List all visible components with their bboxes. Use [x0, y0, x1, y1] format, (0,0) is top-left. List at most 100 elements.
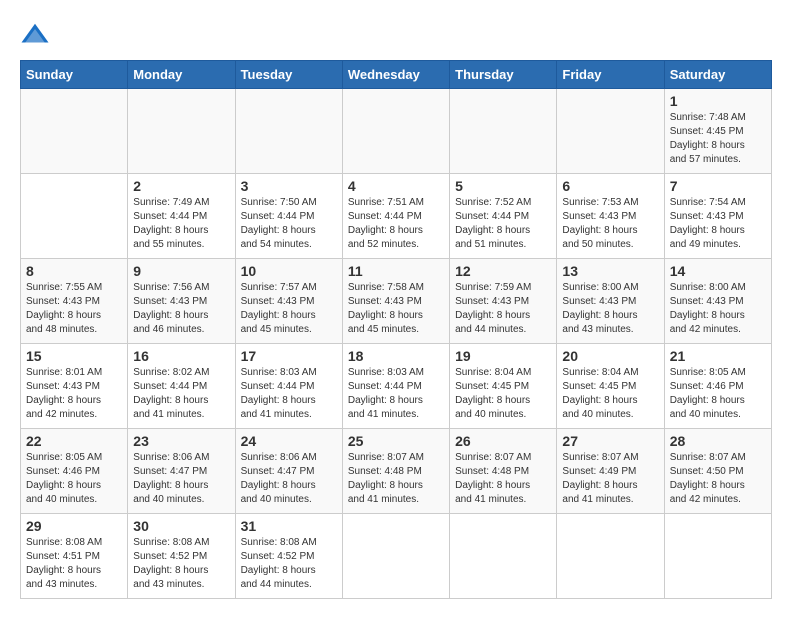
day-number: 25	[348, 433, 444, 449]
header-cell-tuesday: Tuesday	[235, 61, 342, 89]
day-number: 15	[26, 348, 122, 364]
day-info: Sunrise: 8:07 AMSunset: 4:48 PMDaylight:…	[455, 451, 551, 507]
calendar-cell: 12 Sunrise: 7:59 AMSunset: 4:43 PMDayligh…	[450, 259, 557, 344]
calendar-cell: 14 Sunrise: 8:00 AMSunset: 4:43 PMDayligh…	[664, 259, 771, 344]
calendar-cell: 9 Sunrise: 7:56 AMSunset: 4:43 PMDaylight…	[128, 259, 235, 344]
day-number: 16	[133, 348, 229, 364]
day-number: 30	[133, 518, 229, 534]
day-info: Sunrise: 7:50 AMSunset: 4:44 PMDaylight:…	[241, 196, 337, 252]
calendar-cell: 26Sunrise: 8:07 AMSunset: 4:48 PMDayligh…	[450, 429, 557, 514]
day-number: 31	[241, 518, 337, 534]
day-info: Sunrise: 8:08 AMSunset: 4:52 PMDaylight:…	[241, 536, 337, 592]
calendar-cell: 20 Sunrise: 8:04 AMSunset: 4:45 PMDayligh…	[557, 344, 664, 429]
day-number: 8	[26, 263, 122, 279]
day-info: Sunrise: 8:04 AMSunset: 4:45 PMDaylight:…	[455, 366, 551, 422]
day-info: Sunrise: 7:52 AMSunset: 4:44 PMDaylight:…	[455, 196, 551, 252]
day-number: 23	[133, 433, 229, 449]
day-info: Sunrise: 8:03 AMSunset: 4:44 PMDaylight:…	[241, 366, 337, 422]
day-number: 12	[455, 263, 551, 279]
day-number: 6	[562, 178, 658, 194]
header-cell-saturday: Saturday	[664, 61, 771, 89]
day-number: 9	[133, 263, 229, 279]
calendar-cell: 31 Sunrise: 8:08 AMSunset: 4:52 PMDayligh…	[235, 514, 342, 599]
day-number: 14	[670, 263, 766, 279]
calendar-row: 29 Sunrise: 8:08 AMSunset: 4:51 PMDayligh…	[21, 514, 772, 599]
calendar-cell: 5 Sunrise: 7:52 AMSunset: 4:44 PMDaylight…	[450, 174, 557, 259]
day-info: Sunrise: 8:05 AMSunset: 4:46 PMDaylight:…	[670, 366, 766, 422]
calendar-cell	[557, 514, 664, 599]
calendar-body: 1Sunrise: 7:48 AMSunset: 4:45 PMDaylight…	[21, 89, 772, 599]
calendar-row: 1Sunrise: 7:48 AMSunset: 4:45 PMDaylight…	[21, 89, 772, 174]
day-number: 1	[670, 93, 766, 109]
calendar-cell: 18 Sunrise: 8:03 AMSunset: 4:44 PMDayligh…	[342, 344, 449, 429]
day-info: Sunrise: 7:49 AMSunset: 4:44 PMDaylight:…	[133, 196, 229, 252]
calendar-cell	[450, 89, 557, 174]
day-number: 27	[562, 433, 658, 449]
day-number: 4	[348, 178, 444, 194]
calendar-row: 2 Sunrise: 7:49 AMSunset: 4:44 PMDaylight…	[21, 174, 772, 259]
logo	[20, 20, 54, 50]
day-info: Sunrise: 7:58 AMSunset: 4:43 PMDaylight:…	[348, 281, 444, 337]
calendar-cell: 2 Sunrise: 7:49 AMSunset: 4:44 PMDaylight…	[128, 174, 235, 259]
calendar-cell: 25 Sunrise: 8:07 AMSunset: 4:48 PMDayligh…	[342, 429, 449, 514]
calendar-row: 22 Sunrise: 8:05 AMSunset: 4:46 PMDayligh…	[21, 429, 772, 514]
day-info: Sunrise: 8:05 AMSunset: 4:46 PMDaylight:…	[26, 451, 122, 507]
header-cell-wednesday: Wednesday	[342, 61, 449, 89]
day-number: 11	[348, 263, 444, 279]
calendar-table: SundayMondayTuesdayWednesdayThursdayFrid…	[20, 60, 772, 599]
calendar-cell	[664, 514, 771, 599]
day-number: 2	[133, 178, 229, 194]
day-number: 29	[26, 518, 122, 534]
calendar-cell	[235, 89, 342, 174]
calendar-cell: 6 Sunrise: 7:53 AMSunset: 4:43 PMDaylight…	[557, 174, 664, 259]
calendar-cell: 3Sunrise: 7:50 AMSunset: 4:44 PMDaylight…	[235, 174, 342, 259]
calendar-cell: 17Sunrise: 8:03 AMSunset: 4:44 PMDayligh…	[235, 344, 342, 429]
calendar-cell	[557, 89, 664, 174]
day-info: Sunrise: 8:03 AMSunset: 4:44 PMDaylight:…	[348, 366, 444, 422]
calendar-cell: 28 Sunrise: 8:07 AMSunset: 4:50 PMDayligh…	[664, 429, 771, 514]
logo-icon	[20, 20, 50, 50]
calendar-cell	[342, 89, 449, 174]
calendar-cell-empty	[21, 174, 128, 259]
day-number: 22	[26, 433, 122, 449]
calendar-cell: 30Sunrise: 8:08 AMSunset: 4:52 PMDayligh…	[128, 514, 235, 599]
calendar-cell: 29 Sunrise: 8:08 AMSunset: 4:51 PMDayligh…	[21, 514, 128, 599]
day-info: Sunrise: 8:02 AMSunset: 4:44 PMDaylight:…	[133, 366, 229, 422]
calendar-cell	[128, 89, 235, 174]
day-number: 28	[670, 433, 766, 449]
calendar-cell: 16 Sunrise: 8:02 AMSunset: 4:44 PMDayligh…	[128, 344, 235, 429]
day-info: Sunrise: 8:00 AMSunset: 4:43 PMDaylight:…	[562, 281, 658, 337]
calendar-row: 15 Sunrise: 8:01 AMSunset: 4:43 PMDayligh…	[21, 344, 772, 429]
calendar-cell: 4 Sunrise: 7:51 AMSunset: 4:44 PMDaylight…	[342, 174, 449, 259]
day-info: Sunrise: 8:08 AMSunset: 4:51 PMDaylight:…	[26, 536, 122, 592]
header-row: SundayMondayTuesdayWednesdayThursdayFrid…	[21, 61, 772, 89]
day-number: 18	[348, 348, 444, 364]
day-info: Sunrise: 8:07 AMSunset: 4:48 PMDaylight:…	[348, 451, 444, 507]
calendar-cell: 10 Sunrise: 7:57 AMSunset: 4:43 PMDayligh…	[235, 259, 342, 344]
day-info: Sunrise: 7:51 AMSunset: 4:44 PMDaylight:…	[348, 196, 444, 252]
calendar-cell	[342, 514, 449, 599]
day-info: Sunrise: 8:07 AMSunset: 4:50 PMDaylight:…	[670, 451, 766, 507]
day-info: Sunrise: 8:01 AMSunset: 4:43 PMDaylight:…	[26, 366, 122, 422]
day-number: 10	[241, 263, 337, 279]
calendar-cell: 21Sunrise: 8:05 AMSunset: 4:46 PMDayligh…	[664, 344, 771, 429]
day-info: Sunrise: 7:57 AMSunset: 4:43 PMDaylight:…	[241, 281, 337, 337]
header-cell-friday: Friday	[557, 61, 664, 89]
calendar-cell: 23Sunrise: 8:06 AMSunset: 4:47 PMDayligh…	[128, 429, 235, 514]
calendar-header: SundayMondayTuesdayWednesdayThursdayFrid…	[21, 61, 772, 89]
day-info: Sunrise: 8:07 AMSunset: 4:49 PMDaylight:…	[562, 451, 658, 507]
calendar-cell	[21, 89, 128, 174]
calendar-cell: 15 Sunrise: 8:01 AMSunset: 4:43 PMDayligh…	[21, 344, 128, 429]
day-info: Sunrise: 7:54 AMSunset: 4:43 PMDaylight:…	[670, 196, 766, 252]
calendar-cell: 8Sunrise: 7:55 AMSunset: 4:43 PMDaylight…	[21, 259, 128, 344]
day-number: 5	[455, 178, 551, 194]
day-info: Sunrise: 7:59 AMSunset: 4:43 PMDaylight:…	[455, 281, 551, 337]
calendar-cell: 11 Sunrise: 7:58 AMSunset: 4:43 PMDayligh…	[342, 259, 449, 344]
day-info: Sunrise: 8:04 AMSunset: 4:45 PMDaylight:…	[562, 366, 658, 422]
day-info: Sunrise: 7:56 AMSunset: 4:43 PMDaylight:…	[133, 281, 229, 337]
page-header	[20, 20, 772, 50]
day-number: 20	[562, 348, 658, 364]
day-info: Sunrise: 7:53 AMSunset: 4:43 PMDaylight:…	[562, 196, 658, 252]
calendar-cell: 1Sunrise: 7:48 AMSunset: 4:45 PMDaylight…	[664, 89, 771, 174]
day-info: Sunrise: 8:00 AMSunset: 4:43 PMDaylight:…	[670, 281, 766, 337]
